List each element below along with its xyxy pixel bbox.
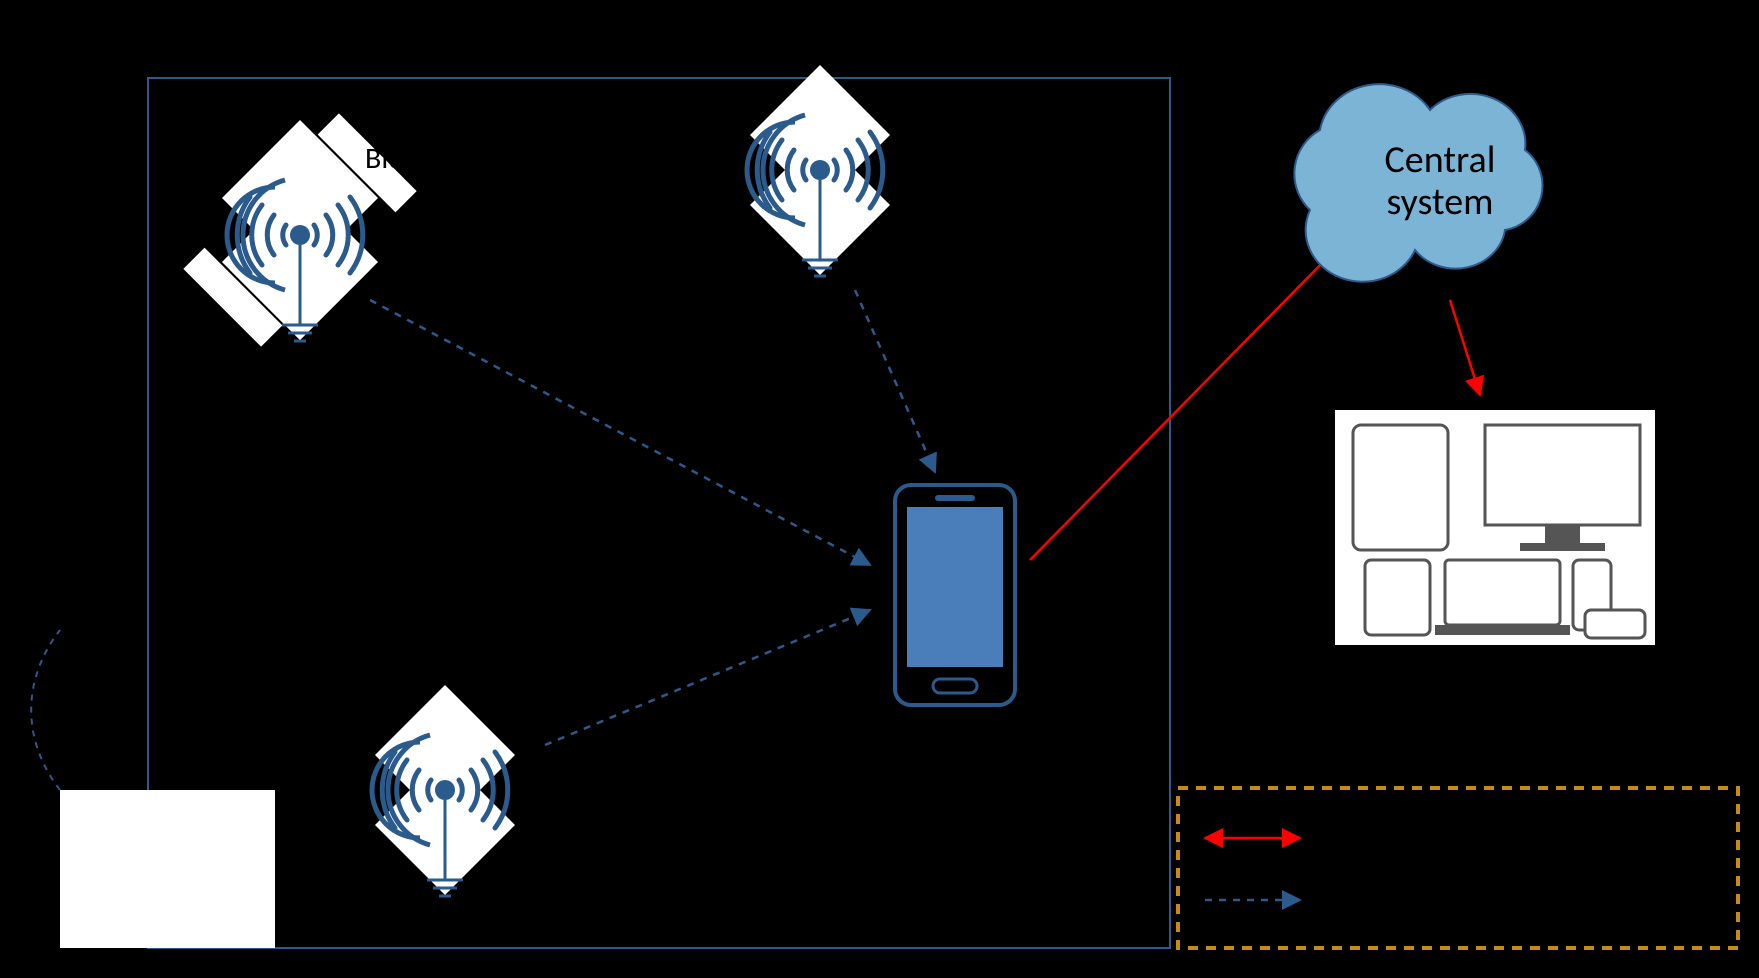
door-shape	[60, 790, 275, 948]
building-title: Building	[610, 30, 722, 71]
internet-arrow-cloud-devices	[1450, 300, 1480, 395]
phone-label: User’s smartphone	[855, 730, 1085, 767]
door-label: door	[150, 955, 208, 978]
antenna-1-label: Bluetooth Antenna 1	[365, 140, 618, 177]
smartphone-icon	[895, 485, 1015, 705]
antenna-3-icon	[372, 685, 515, 896]
signal-arrow-3	[545, 610, 870, 745]
antenna-3-label: Bluetooth Antenna 3	[540, 855, 793, 892]
legend-box	[1178, 788, 1738, 948]
internet-arrow-phone-cloud	[1030, 250, 1335, 560]
cloud-label: Central system	[1365, 140, 1515, 224]
signal-arrow-1	[370, 300, 870, 565]
legend-internet-label: Internet connection	[1320, 820, 1568, 857]
door-arc	[31, 630, 60, 790]
antenna-2-icon	[747, 65, 890, 276]
devices-icon	[1335, 410, 1655, 645]
devices-label: user’s devices	[1400, 660, 1569, 697]
legend-bluetooth-label: Bluetooth signal	[1320, 882, 1517, 919]
signal-arrow-2	[855, 290, 935, 472]
antenna-2-label: Bluetooth Antenna 2	[890, 95, 1143, 132]
